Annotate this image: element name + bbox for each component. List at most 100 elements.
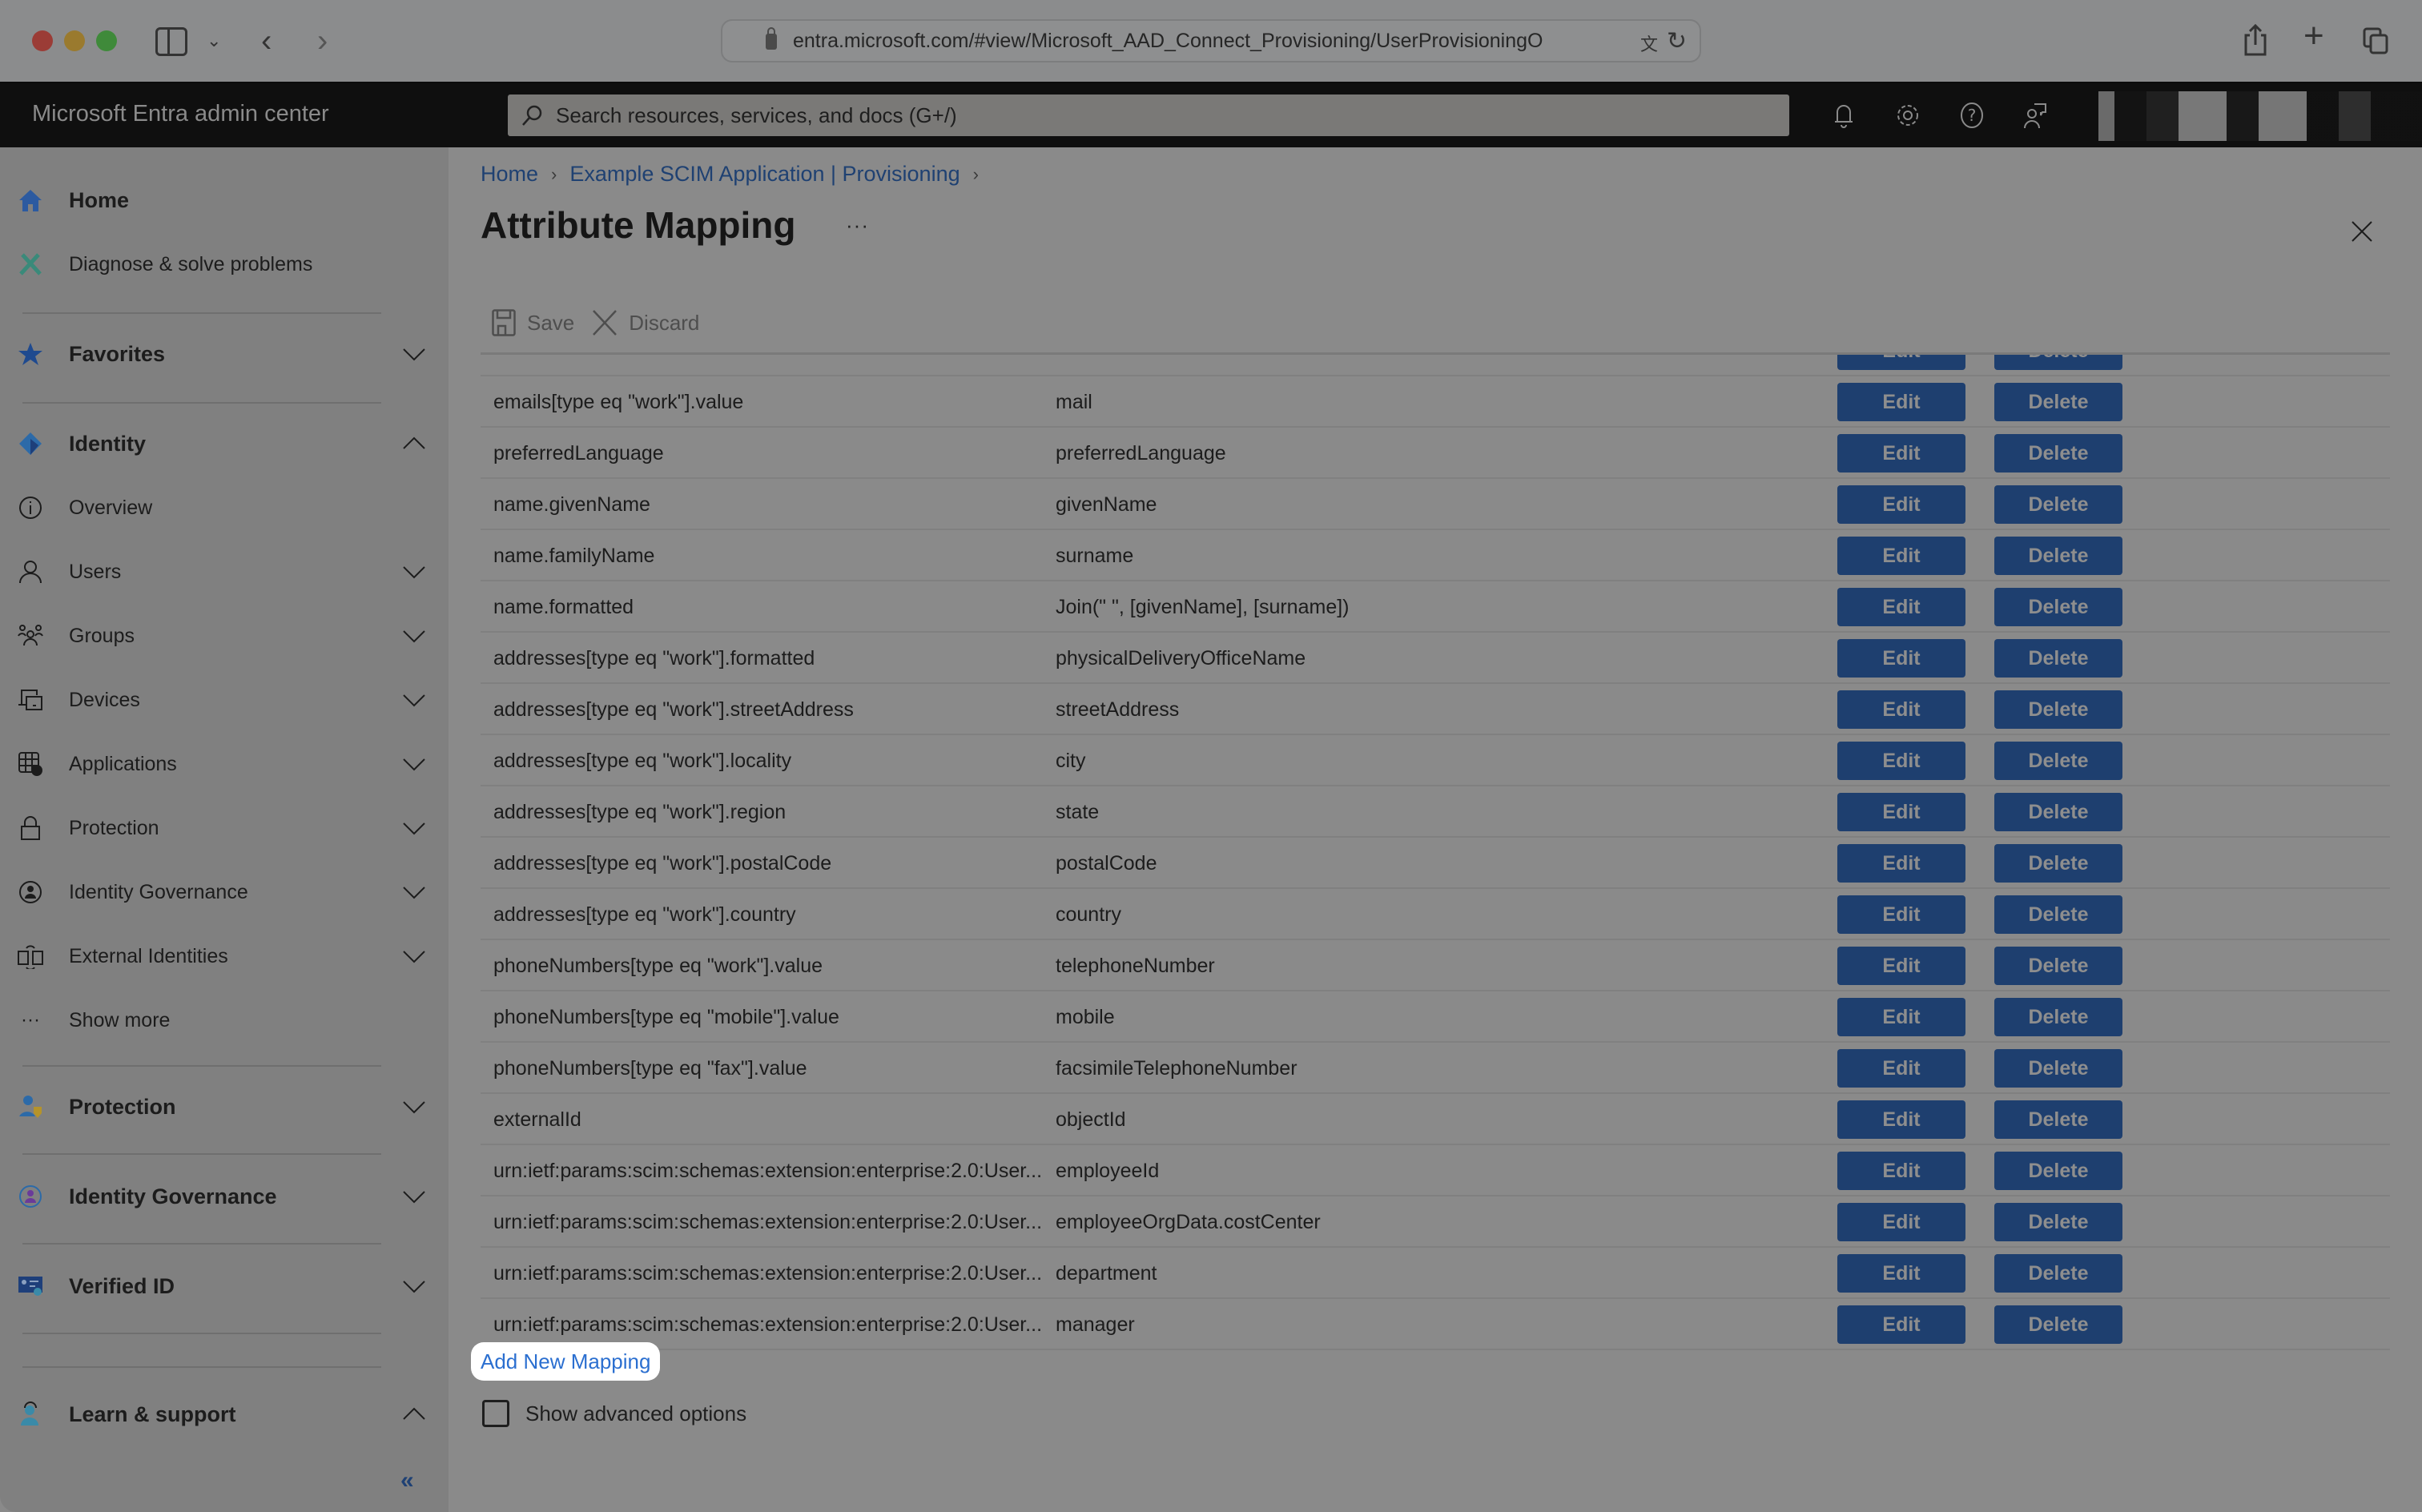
zoom-window-button[interactable] (96, 30, 117, 51)
edit-button[interactable]: Edit (1837, 383, 1965, 421)
delete-button[interactable]: Delete (1994, 998, 2122, 1036)
delete-button[interactable]: Delete (1994, 588, 2122, 626)
more-options-button[interactable]: ··· (846, 213, 869, 238)
sidebar-item-identity-governance-section[interactable]: Identity Governance (0, 1172, 449, 1220)
tabs-icon[interactable] (2363, 27, 2388, 54)
sidebar-item-devices[interactable]: Devices (0, 676, 449, 724)
sidebar-item-diagnose[interactable]: Diagnose & solve problems (0, 240, 449, 288)
chevron-down-icon[interactable] (402, 342, 426, 366)
chevron-down-icon[interactable] (402, 880, 426, 904)
plus-icon[interactable]: + (2303, 18, 2324, 54)
edit-button[interactable]: Edit (1837, 1152, 1965, 1190)
edit-button[interactable]: Edit (1837, 844, 1965, 883)
translate-icon[interactable]: 文 (1640, 30, 1658, 56)
delete-button[interactable]: Delete (1994, 742, 2122, 780)
edit-button[interactable]: Edit (1837, 1049, 1965, 1088)
sidebar-item-protection[interactable]: Protection (0, 804, 449, 852)
edit-button[interactable]: Edit (1837, 352, 1965, 370)
account-avatar-redacted[interactable] (2098, 91, 2422, 141)
delete-button[interactable]: Delete (1994, 1049, 2122, 1088)
edit-button[interactable]: Edit (1837, 434, 1965, 472)
chevron-down-icon[interactable] (402, 944, 426, 968)
help-icon[interactable]: ? (1956, 99, 1988, 131)
sidebar-toggle-icon[interactable] (155, 27, 187, 56)
delete-button[interactable]: Delete (1994, 690, 2122, 729)
edit-button[interactable]: Edit (1837, 895, 1965, 934)
close-window-button[interactable] (32, 30, 53, 51)
delete-button[interactable]: Delete (1994, 434, 2122, 472)
edit-button[interactable]: Edit (1837, 793, 1965, 831)
reload-icon[interactable]: ↻ (1667, 27, 1687, 55)
delete-button[interactable]: Delete (1994, 1100, 2122, 1139)
delete-button[interactable]: Delete (1994, 1305, 2122, 1344)
edit-button[interactable]: Edit (1837, 1254, 1965, 1293)
sidebar-item-home[interactable]: Home (0, 176, 449, 224)
sidebar-item-groups[interactable]: Groups (0, 612, 449, 660)
chevron-up-icon[interactable] (402, 432, 426, 456)
chevron-down-icon[interactable] (402, 816, 426, 840)
delete-button[interactable]: Delete (1994, 947, 2122, 985)
brand-title[interactable]: Microsoft Entra admin center (32, 101, 329, 127)
sidebar-item-external-identities[interactable]: External Identities (0, 932, 449, 980)
edit-button[interactable]: Edit (1837, 947, 1965, 985)
bell-icon[interactable] (1828, 99, 1860, 131)
edit-button[interactable]: Edit (1837, 742, 1965, 780)
close-icon[interactable] (2352, 221, 2372, 242)
sidebar-item-identity[interactable]: Identity (0, 420, 449, 468)
delete-button[interactable]: Delete (1994, 383, 2122, 421)
delete-button[interactable]: Delete (1994, 537, 2122, 575)
delete-button[interactable]: Delete (1994, 793, 2122, 831)
edit-button[interactable]: Edit (1837, 1100, 1965, 1139)
collapse-nav-button[interactable]: « (400, 1467, 414, 1494)
edit-button[interactable]: Edit (1837, 537, 1965, 575)
chevron-down-icon[interactable] (402, 1274, 426, 1298)
edit-button[interactable]: Edit (1837, 998, 1965, 1036)
chevron-up-icon[interactable] (402, 1402, 426, 1426)
chevron-down-icon[interactable] (402, 1184, 426, 1208)
sidebar-item-identity-governance[interactable]: Identity Governance (0, 868, 449, 916)
delete-button[interactable]: Delete (1994, 844, 2122, 883)
sidebar-item-protection-section[interactable]: Protection (0, 1083, 449, 1131)
sidebar-item-users[interactable]: Users (0, 548, 449, 596)
url-bar[interactable]: entra.microsoft.com/#view/Microsoft_AAD_… (721, 19, 1701, 62)
chevron-down-icon[interactable] (402, 752, 426, 776)
add-new-mapping-link[interactable]: Add New Mapping (471, 1342, 661, 1381)
sidebar-item-overview[interactable]: Overview (0, 484, 449, 532)
sidebar-item-favorites[interactable]: Favorites (0, 330, 449, 378)
sidebar-item-show-more[interactable]: ··· Show more (0, 996, 449, 1044)
chevron-down-icon[interactable] (402, 688, 426, 712)
forward-icon[interactable]: › (317, 24, 328, 58)
checkbox-icon[interactable] (482, 1400, 509, 1427)
chevron-down-icon[interactable] (402, 1095, 426, 1119)
back-icon[interactable]: ‹ (261, 24, 272, 58)
edit-button[interactable]: Edit (1837, 1305, 1965, 1344)
share-icon[interactable] (2243, 24, 2268, 56)
edit-button[interactable]: Edit (1837, 1203, 1965, 1241)
delete-button[interactable]: Delete (1994, 1254, 2122, 1293)
delete-button[interactable]: Delete (1994, 1203, 2122, 1241)
feedback-icon[interactable] (2020, 99, 2052, 131)
sidebar-item-verified-id[interactable]: Verified ID (0, 1262, 449, 1310)
chevron-down-icon[interactable] (402, 560, 426, 584)
chevron-down-icon[interactable]: ⌄ (207, 24, 221, 58)
search-input[interactable]: Search resources, services, and docs (G+… (508, 94, 1789, 136)
delete-button[interactable]: Delete (1994, 352, 2122, 370)
chevron-down-icon[interactable] (402, 624, 426, 648)
breadcrumb-home[interactable]: Home (481, 162, 538, 187)
breadcrumb-provisioning[interactable]: Example SCIM Application | Provisioning (569, 162, 960, 187)
delete-button[interactable]: Delete (1994, 485, 2122, 524)
sidebar-item-learn-support[interactable]: Learn & support (0, 1390, 449, 1438)
gear-icon[interactable] (1892, 99, 1924, 131)
edit-button[interactable]: Edit (1837, 639, 1965, 678)
delete-button[interactable]: Delete (1994, 639, 2122, 678)
minimize-window-button[interactable] (64, 30, 85, 51)
sidebar-item-applications[interactable]: Applications (0, 740, 449, 788)
edit-button[interactable]: Edit (1837, 485, 1965, 524)
delete-button[interactable]: Delete (1994, 895, 2122, 934)
discard-button[interactable]: Discard (592, 309, 699, 336)
edit-button[interactable]: Edit (1837, 690, 1965, 729)
save-button[interactable]: Save (492, 309, 574, 336)
delete-button[interactable]: Delete (1994, 1152, 2122, 1190)
show-advanced-options-checkbox[interactable]: Show advanced options (482, 1400, 746, 1427)
edit-button[interactable]: Edit (1837, 588, 1965, 626)
